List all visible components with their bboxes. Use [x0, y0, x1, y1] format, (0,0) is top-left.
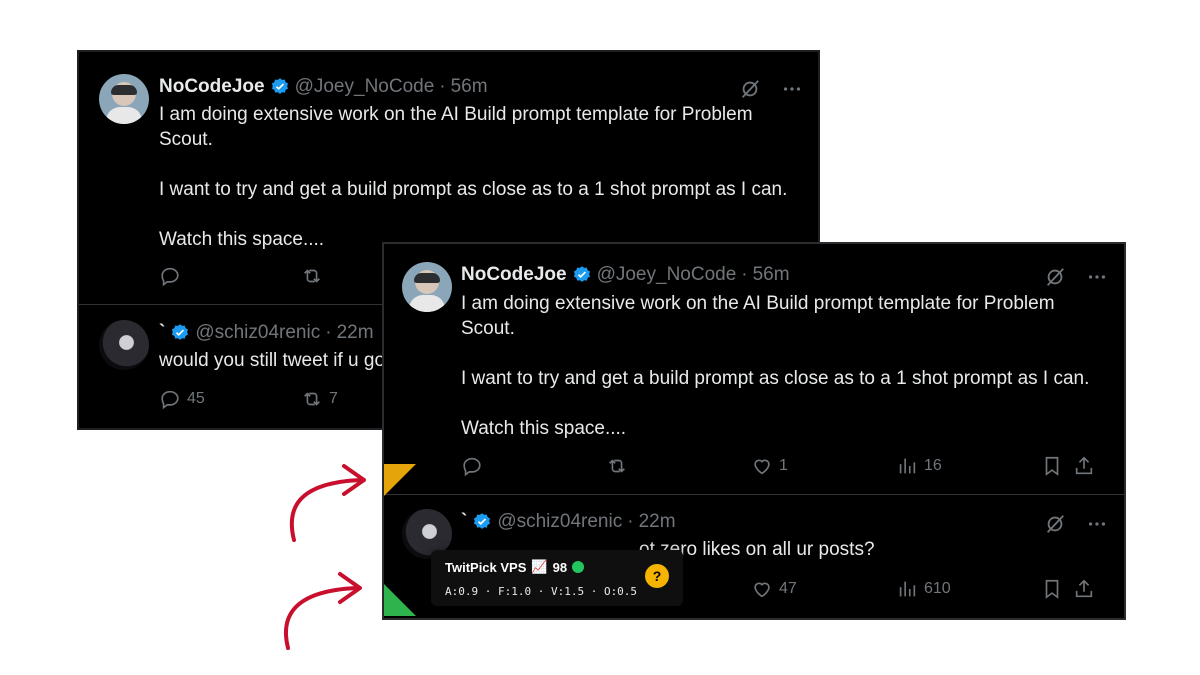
- twitpick-score-popup: TwitPick VPS 📈 98 A:0.9 · F:1.0 · V:1.5 …: [431, 550, 683, 606]
- bookmark-button[interactable]: [1041, 455, 1063, 477]
- display-name[interactable]: NoCodeJoe: [461, 264, 567, 286]
- avatar[interactable]: [402, 262, 452, 312]
- handle[interactable]: @Joey_NoCode: [597, 264, 737, 286]
- share-icon: [1075, 456, 1093, 475]
- bookmark-icon: [1045, 579, 1059, 599]
- post-top-icons: [1044, 266, 1108, 288]
- views-icon: [899, 458, 916, 474]
- reply-count: 45: [187, 390, 205, 407]
- post-text: I am doing extensive work on the AI Buil…: [461, 293, 1090, 439]
- repost-count: 7: [329, 390, 338, 407]
- reply-icon: [463, 457, 481, 477]
- repost-icon: [304, 269, 320, 283]
- verified-badge-icon: [474, 513, 491, 529]
- like-button[interactable]: 47: [751, 578, 797, 600]
- handle[interactable]: @schiz04renic: [497, 511, 622, 533]
- like-count: 1: [779, 457, 788, 474]
- like-button[interactable]: 1: [751, 455, 788, 477]
- display-name[interactable]: `: [159, 322, 165, 344]
- bookmark-icon: [1045, 456, 1059, 476]
- bookmark-button[interactable]: [1041, 578, 1063, 600]
- green-indicator: [384, 584, 416, 616]
- reply-button[interactable]: 45: [159, 388, 205, 410]
- timestamp[interactable]: 56m: [451, 76, 488, 98]
- views-icon: [899, 581, 916, 597]
- reply-icon: [161, 390, 179, 410]
- status-dot-icon: [572, 561, 585, 573]
- display-name[interactable]: `: [461, 511, 467, 533]
- like-count: 47: [779, 580, 797, 597]
- repost-icon: [304, 392, 320, 406]
- timestamp[interactable]: 22m: [337, 322, 374, 344]
- view-count: 610: [924, 580, 951, 597]
- help-button[interactable]: ?: [645, 564, 669, 588]
- original-post[interactable]: NoCodeJoe @Joey_NoCode · 56m I am doing …: [384, 244, 1124, 494]
- views-button[interactable]: 610: [896, 578, 951, 600]
- front-screenshot: NoCodeJoe @Joey_NoCode · 56m I am doing …: [382, 242, 1126, 620]
- repost-icon: [609, 459, 625, 473]
- display-name[interactable]: NoCodeJoe: [159, 76, 265, 98]
- handle[interactable]: @schiz04renic: [195, 322, 320, 344]
- score-value: 98: [552, 559, 568, 575]
- avatar[interactable]: [99, 320, 149, 370]
- verified-badge-icon: [271, 78, 288, 94]
- reply-button[interactable]: [461, 455, 483, 477]
- post-top-icons: [739, 78, 803, 100]
- views-button[interactable]: 16: [896, 455, 942, 477]
- verified-badge-icon: [573, 266, 590, 282]
- grok-icon[interactable]: [1044, 513, 1066, 535]
- action-bar: 1 16: [461, 455, 1111, 479]
- share-button[interactable]: [1073, 578, 1095, 600]
- post-header: NoCodeJoe @Joey_NoCode · 56m: [461, 264, 790, 286]
- post-header: NoCodeJoe @Joey_NoCode · 56m: [159, 76, 488, 98]
- reply-button[interactable]: [159, 265, 181, 287]
- grok-icon[interactable]: [739, 78, 761, 100]
- timestamp[interactable]: 22m: [639, 511, 676, 533]
- reply-text: would you still tweet if u go: [159, 350, 386, 371]
- verified-badge-icon: [172, 324, 189, 340]
- share-icon: [1075, 579, 1093, 598]
- red-arrow-upper: [289, 464, 366, 542]
- reply-icon: [161, 267, 179, 287]
- repost-button[interactable]: [606, 455, 628, 477]
- repost-button[interactable]: [301, 265, 323, 287]
- repost-button[interactable]: 7: [301, 388, 338, 410]
- popup-title: TwitPick VPS 📈 98: [445, 559, 585, 575]
- grok-icon[interactable]: [1044, 266, 1066, 288]
- post-header: ` @schiz04renic · 22m: [159, 322, 374, 344]
- post-text: I am doing extensive work on the AI Buil…: [159, 104, 788, 250]
- score-metrics: A:0.9 · F:1.0 · V:1.5 · O:0.5: [445, 585, 638, 598]
- more-options-icon[interactable]: [781, 78, 803, 100]
- more-options-icon[interactable]: [1086, 513, 1108, 535]
- avatar[interactable]: [99, 74, 149, 124]
- view-count: 16: [924, 457, 942, 474]
- heart-icon: [754, 582, 770, 598]
- more-options-icon[interactable]: [1086, 266, 1108, 288]
- share-button[interactable]: [1073, 455, 1095, 477]
- chart-up-icon: 📈: [531, 559, 548, 574]
- yellow-indicator: [384, 464, 416, 496]
- post-top-icons: [1044, 513, 1108, 535]
- handle[interactable]: @Joey_NoCode: [295, 76, 435, 98]
- popup-title-text: TwitPick VPS: [445, 559, 527, 575]
- red-arrow-lower: [283, 572, 362, 650]
- post-header: ` @schiz04renic · 22m: [461, 511, 676, 533]
- timestamp[interactable]: 56m: [753, 264, 790, 286]
- heart-icon: [754, 459, 770, 475]
